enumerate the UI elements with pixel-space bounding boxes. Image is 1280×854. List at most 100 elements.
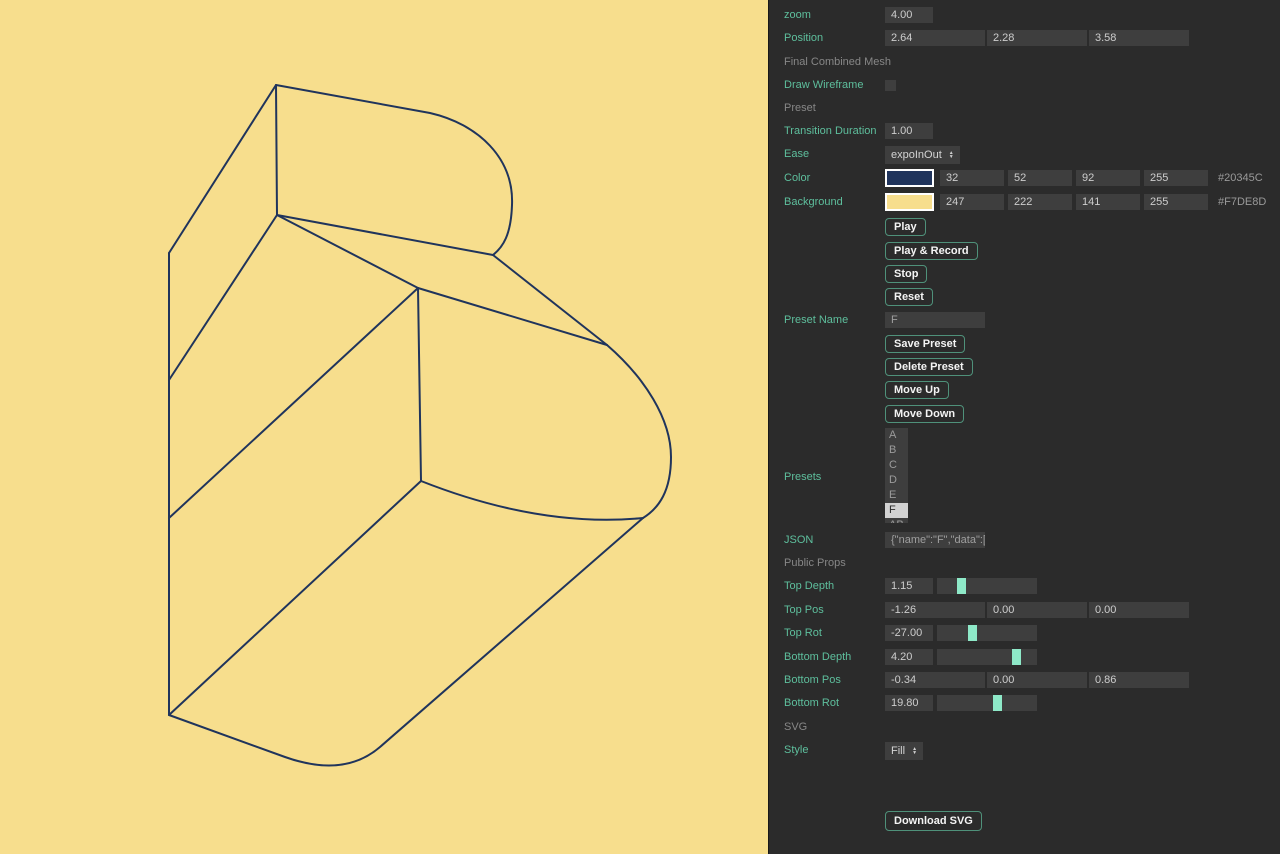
- row-position: Position 2.64 2.28 3.58: [769, 30, 1280, 48]
- reset-button[interactable]: Reset: [885, 288, 933, 306]
- preset-list-item[interactable]: C: [885, 458, 908, 473]
- background-a-input[interactable]: 255: [1144, 194, 1208, 210]
- json-label: JSON: [784, 532, 813, 549]
- bottom-pos-x-input[interactable]: -0.34: [885, 672, 985, 688]
- public-props-section-label: Public Props: [784, 555, 846, 572]
- move-down-button[interactable]: Move Down: [885, 405, 964, 423]
- bottom-pos-label: Bottom Pos: [784, 672, 841, 689]
- preset-list-item[interactable]: AB: [885, 518, 908, 523]
- row-color: Color 32 52 92 255 #20345C: [769, 170, 1280, 188]
- top-pos-x-input[interactable]: -1.26: [885, 602, 985, 618]
- wireframe-edge: [418, 288, 421, 481]
- play-record-button[interactable]: Play & Record: [885, 242, 978, 260]
- bottom-depth-label: Bottom Depth: [784, 649, 851, 666]
- top-rot-slider[interactable]: [937, 625, 1037, 641]
- wireframe-edge: [493, 255, 607, 345]
- transition-duration-input[interactable]: 1.00: [885, 123, 933, 139]
- presets-listbox[interactable]: A B C D E F AB: [885, 428, 908, 523]
- bottom-depth-input[interactable]: 4.20: [885, 649, 933, 665]
- top-pos-y-input[interactable]: 0.00: [987, 602, 1087, 618]
- top-rot-input[interactable]: -27.00: [885, 625, 933, 641]
- bottom-rot-input[interactable]: 19.80: [885, 695, 933, 711]
- row-public-props-section: Public Props: [769, 555, 1280, 573]
- bottom-depth-slider[interactable]: [937, 649, 1037, 665]
- bottom-depth-slider-handle[interactable]: [1012, 649, 1021, 665]
- updown-arrows-icon: ▲▼: [912, 747, 917, 755]
- delete-preset-button[interactable]: Delete Preset: [885, 358, 973, 376]
- position-x-input[interactable]: 2.64: [885, 30, 985, 46]
- row-ease: Ease expoInOut ▲▼: [769, 146, 1280, 164]
- wireframe-edge: [607, 345, 671, 518]
- preset-name-input[interactable]: F: [885, 312, 985, 328]
- row-transition-duration: Transition Duration 1.00: [769, 123, 1280, 141]
- top-rot-label: Top Rot: [784, 625, 822, 642]
- play-button[interactable]: Play: [885, 218, 926, 236]
- preset-list-item[interactable]: E: [885, 488, 908, 503]
- wireframe-edge: [277, 215, 493, 255]
- preset-list-item[interactable]: B: [885, 443, 908, 458]
- row-bottom-pos: Bottom Pos -0.34 0.00 0.86: [769, 672, 1280, 690]
- bottom-pos-z-input[interactable]: 0.86: [1089, 672, 1189, 688]
- letter-tool-app: zoom 4.00 Position 2.64 2.28 3.58 Final …: [0, 0, 1280, 854]
- background-hex-value: #F7DE8D: [1218, 194, 1266, 210]
- color-g-input[interactable]: 52: [1008, 170, 1072, 186]
- download-svg-button[interactable]: Download SVG: [885, 811, 982, 831]
- style-label: Style: [784, 742, 808, 759]
- ease-label: Ease: [784, 146, 809, 163]
- ease-select[interactable]: expoInOut ▲▼: [885, 146, 960, 164]
- row-final-mesh-section: Final Combined Mesh: [769, 54, 1280, 72]
- top-depth-input[interactable]: 1.15: [885, 578, 933, 594]
- background-swatch[interactable]: [885, 193, 934, 211]
- background-g-input[interactable]: 222: [1008, 194, 1072, 210]
- wireframe-edge: [169, 518, 643, 765]
- updown-arrows-icon: ▲▼: [949, 151, 954, 159]
- preset-list-item[interactable]: A: [885, 428, 908, 443]
- save-preset-button[interactable]: Save Preset: [885, 335, 965, 353]
- wireframe-edge: [169, 215, 277, 380]
- row-svg-section: SVG: [769, 719, 1280, 737]
- background-r-input[interactable]: 247: [940, 194, 1004, 210]
- json-input[interactable]: {"name":"F","data":[{: [885, 532, 985, 548]
- row-bottom-rot: Bottom Rot 19.80: [769, 695, 1280, 713]
- preset-section-label: Preset: [784, 100, 816, 117]
- render-viewport[interactable]: [0, 0, 768, 854]
- color-a-input[interactable]: 255: [1144, 170, 1208, 186]
- color-hex-value: #20345C: [1218, 170, 1263, 186]
- zoom-input[interactable]: 4.00: [885, 7, 933, 23]
- position-z-input[interactable]: 3.58: [1089, 30, 1189, 46]
- draw-wireframe-checkbox[interactable]: [885, 80, 896, 91]
- style-select-value: Fill: [891, 742, 905, 760]
- control-panel: zoom 4.00 Position 2.64 2.28 3.58 Final …: [768, 0, 1280, 854]
- top-depth-slider-handle[interactable]: [957, 578, 966, 594]
- top-rot-slider-handle[interactable]: [968, 625, 977, 641]
- position-label: Position: [784, 30, 823, 47]
- row-top-rot: Top Rot -27.00: [769, 625, 1280, 643]
- preset-name-label: Preset Name: [784, 312, 848, 329]
- color-r-input[interactable]: 32: [940, 170, 1004, 186]
- row-json: JSON {"name":"F","data":[{: [769, 532, 1280, 550]
- bottom-rot-slider[interactable]: [937, 695, 1037, 711]
- row-top-pos: Top Pos -1.26 0.00 0.00: [769, 602, 1280, 620]
- bottom-rot-slider-handle[interactable]: [993, 695, 1002, 711]
- letter-b-wireframe: [0, 0, 768, 854]
- wireframe-edge: [169, 481, 421, 715]
- ease-select-value: expoInOut: [891, 146, 942, 164]
- color-swatch[interactable]: [885, 169, 934, 187]
- preset-list-item[interactable]: D: [885, 473, 908, 488]
- top-pos-z-input[interactable]: 0.00: [1089, 602, 1189, 618]
- preset-list-item[interactable]: F: [885, 503, 908, 518]
- position-y-input[interactable]: 2.28: [987, 30, 1087, 46]
- row-preset-name: Preset Name F: [769, 312, 1280, 330]
- background-label: Background: [784, 194, 843, 211]
- stop-button[interactable]: Stop: [885, 265, 927, 283]
- wireframe-edge: [169, 85, 276, 253]
- top-depth-slider[interactable]: [937, 578, 1037, 594]
- wireframe-edge: [418, 288, 607, 345]
- bottom-pos-y-input[interactable]: 0.00: [987, 672, 1087, 688]
- background-b-input[interactable]: 141: [1076, 194, 1140, 210]
- row-style: Style Fill ▲▼: [769, 742, 1280, 760]
- style-select[interactable]: Fill ▲▼: [885, 742, 923, 760]
- wireframe-edge: [277, 215, 418, 288]
- color-b-input[interactable]: 92: [1076, 170, 1140, 186]
- move-up-button[interactable]: Move Up: [885, 381, 949, 399]
